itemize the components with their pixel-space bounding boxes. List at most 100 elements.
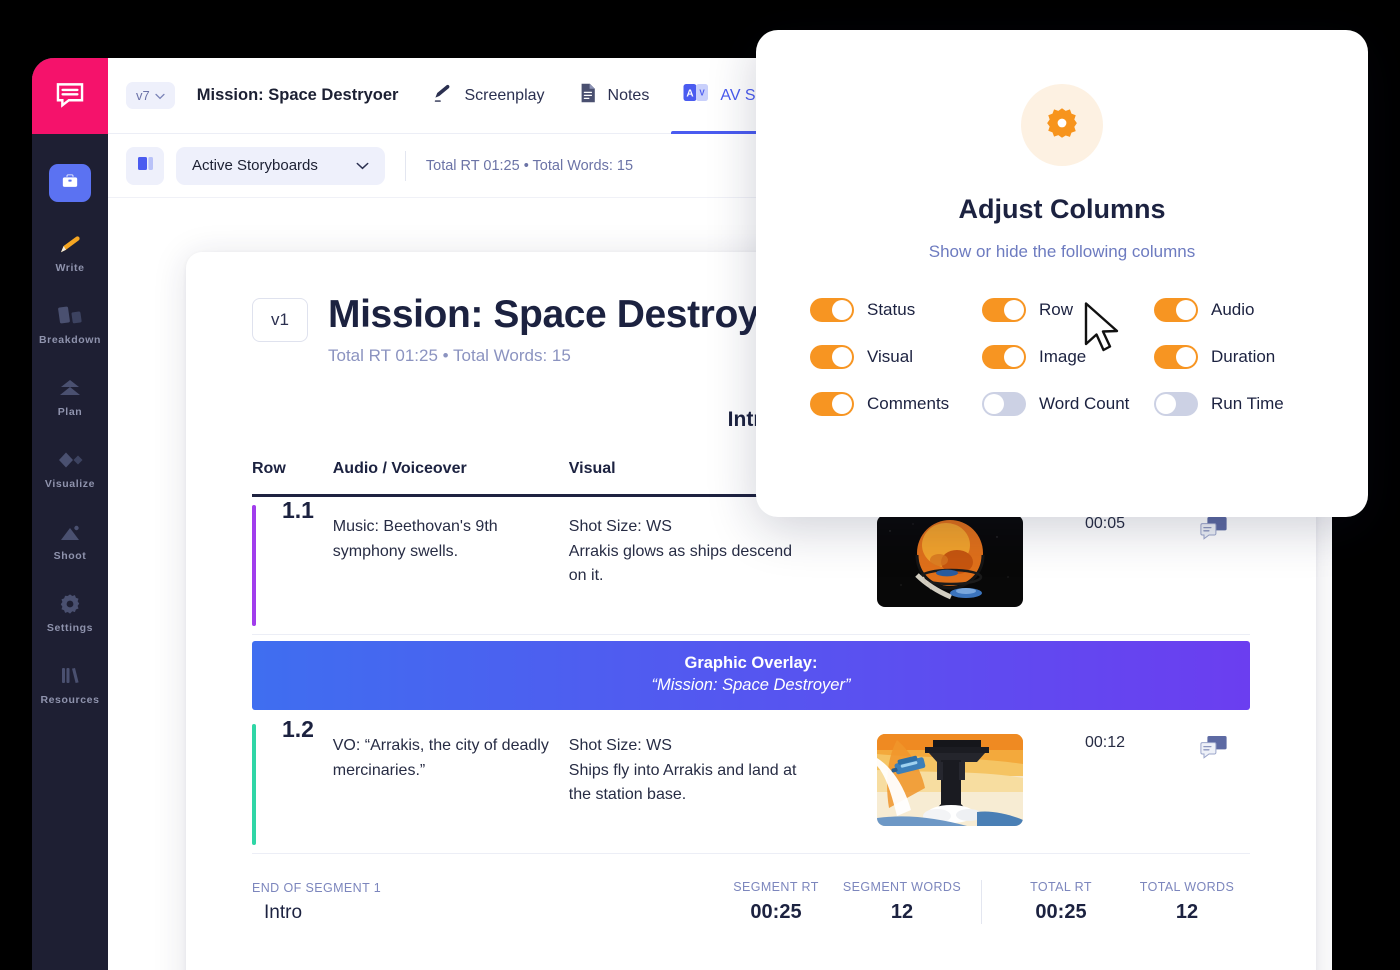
sidebar-item-visualize[interactable]: Visualize — [32, 446, 108, 490]
storyboard-select-value: Active Storyboards — [192, 157, 318, 174]
toggle-knob — [832, 347, 852, 367]
sidebar-item-breakdown[interactable]: Breakdown — [32, 302, 108, 346]
metric-caption: TOTAL RT — [1030, 879, 1092, 894]
sidebar-item-label: Breakdown — [39, 334, 101, 346]
topbar-document-title: Mission: Space Destryoer — [196, 86, 399, 104]
toggle-switch[interactable] — [982, 345, 1026, 369]
page-title: Mission: Space Destroyer — [328, 293, 796, 336]
modal-subtitle: Show or hide the following columns — [928, 242, 1196, 261]
metric-value: 00:25 — [750, 900, 802, 923]
summary-metric-total-words: TOTAL WORDS 12 — [1124, 880, 1250, 924]
sidebar-item-label: Settings — [46, 622, 94, 634]
tab-label: Screenplay — [464, 86, 545, 104]
sidebar-item-resources[interactable]: Resources — [32, 662, 108, 706]
toggle-switch[interactable] — [810, 298, 854, 322]
toggle-run-time[interactable]: Run Time — [1154, 392, 1322, 416]
sidebar-item-plan[interactable]: Plan — [32, 374, 108, 418]
tab-notes[interactable]: Notes — [579, 58, 650, 134]
toggle-image[interactable]: Image — [982, 345, 1150, 369]
sidebar-item-settings[interactable]: Settings — [32, 590, 108, 634]
row-visual-text[interactable]: Shot Size: WS Arrakis glows as ships des… — [568, 495, 807, 635]
row-image-cell[interactable] — [866, 715, 1033, 854]
sidebar-item-projects[interactable] — [49, 164, 91, 202]
toggle-duration[interactable]: Duration — [1154, 345, 1322, 369]
modal-title: Adjust Columns — [958, 194, 1166, 224]
metric-value: 00:25 — [1035, 900, 1087, 923]
sidebar-item-label: Resources — [40, 694, 100, 706]
tab-screenplay[interactable]: Screenplay — [432, 58, 545, 134]
toggle-knob — [1004, 347, 1024, 367]
toggle-switch[interactable] — [1154, 345, 1198, 369]
table-row[interactable]: 1.2 VO: “Arrakis, the city of deadly mer… — [252, 715, 1250, 854]
toggle-switch[interactable] — [810, 392, 854, 416]
toggle-comments[interactable]: Comments — [810, 392, 978, 416]
row-status-accent — [252, 723, 256, 845]
row-visual-text[interactable]: Shot Size: WS Ships fly into Arrakis and… — [568, 715, 807, 854]
toggle-visual[interactable]: Visual — [810, 345, 978, 369]
toggle-switch[interactable] — [1154, 392, 1198, 416]
row-audio-text[interactable]: Music: Beethovan's 9th symphony swells. — [332, 495, 569, 635]
summary-metric-total-rt: TOTAL RT 00:25 — [998, 880, 1124, 924]
row-audio-text[interactable]: VO: “Arrakis, the city of deadly mercina… — [332, 715, 569, 854]
triangle-stack-icon — [55, 374, 85, 400]
svg-text:V: V — [700, 89, 706, 98]
toggle-switch[interactable] — [810, 345, 854, 369]
toggle-word-count[interactable]: Word Count — [982, 392, 1150, 416]
metric-value: 12 — [1175, 900, 1199, 923]
row-comment-cell[interactable] — [1177, 715, 1250, 854]
sidebar-item-write[interactable]: Write — [32, 230, 108, 274]
toggle-label: Image — [1039, 347, 1087, 366]
chat-bubble-lines-icon — [53, 77, 87, 116]
comment-bubbles-icon — [1200, 735, 1228, 764]
pencil-icon — [432, 83, 453, 109]
summary-metric-segment-rt: SEGMENT RT 00:25 — [713, 880, 839, 924]
toggle-label: Row — [1039, 300, 1074, 319]
comment-bubbles-icon — [1200, 516, 1228, 545]
svg-text:A: A — [687, 89, 694, 100]
av-script-table: Row Audio / Voiceover Visual Image Durat… — [252, 460, 1250, 854]
layout-toggle-button[interactable] — [126, 146, 164, 185]
row-spacer — [806, 715, 867, 854]
briefcase-icon — [60, 171, 80, 196]
toggle-status[interactable]: Status — [810, 298, 978, 322]
sidebar-item-label: Plan — [57, 406, 83, 418]
toggle-audio[interactable]: Audio — [1154, 298, 1322, 322]
toggle-knob — [1156, 394, 1176, 414]
chevron-down-icon — [155, 88, 165, 103]
toggle-switch[interactable] — [1154, 298, 1198, 322]
row-status-accent — [252, 504, 256, 626]
av-badge-icon: A V — [683, 83, 709, 108]
summary-divider — [981, 879, 982, 924]
document-subtitle: Total RT 01:25 • Total Words: 15 — [328, 345, 571, 365]
graphic-overlay-label: Graphic Overlay: — [684, 653, 818, 672]
document-version-badge[interactable]: v1 — [252, 298, 308, 342]
toggle-knob — [832, 300, 852, 320]
document-icon — [579, 82, 597, 109]
row-number-cell: 1.1 — [252, 495, 333, 635]
sidebar-item-shoot[interactable]: Shoot — [32, 518, 108, 562]
orange-planet-thumbnail — [876, 514, 1023, 607]
toggle-row[interactable]: Row — [982, 298, 1150, 322]
segment-end-block: END OF SEGMENT 1 Intro — [252, 881, 713, 924]
toggle-switch[interactable] — [982, 298, 1026, 322]
column-toggle-grid: Status Row Audio Visual Image Duration C… — [802, 298, 1322, 416]
columns-layout-icon — [136, 154, 155, 178]
desert-tower-thumbnail — [876, 733, 1023, 826]
toggle-knob — [832, 394, 852, 414]
adjust-columns-modal: Adjust Columns Show or hide the followin… — [756, 30, 1368, 517]
version-selector[interactable]: v7 — [126, 82, 175, 109]
sidebar-item-label: Write — [55, 262, 85, 274]
graphic-overlay-row[interactable]: Graphic Overlay: “Mission: Space Destroy… — [252, 634, 1250, 716]
storyboard-stats: Total RT 01:25 • Total Words: 15 — [425, 157, 634, 174]
column-header-row: Row — [252, 459, 286, 477]
metric-value: 12 — [890, 900, 914, 923]
toggle-label: Visual — [867, 347, 913, 366]
graphic-overlay-text: “Mission: Space Destroyer” — [651, 675, 851, 694]
toggle-switch[interactable] — [982, 392, 1026, 416]
sidebar-item-label: Shoot — [53, 550, 87, 562]
column-header-audio: Audio / Voiceover — [332, 459, 467, 477]
app-logo[interactable] — [32, 58, 108, 134]
gear-icon — [58, 590, 82, 616]
tab-label: Notes — [607, 86, 650, 104]
storyboard-select[interactable]: Active Storyboards — [176, 146, 385, 185]
